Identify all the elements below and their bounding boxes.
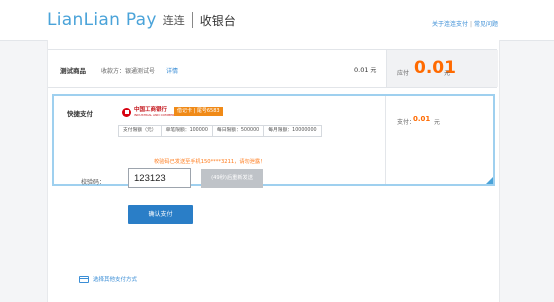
about-link[interactable]: 关于连连支付: [432, 21, 468, 28]
verify-code-input[interactable]: [128, 168, 191, 188]
monthly-limit: 每月限额：10000000: [263, 126, 320, 136]
panel-pay-unit: 元: [434, 119, 441, 126]
goods-name: 测试商品: [60, 67, 86, 75]
order-info: 测试商品 收款方：银通测试号 详情 0.01 元: [48, 50, 386, 87]
payable-label: 应付: [397, 70, 410, 77]
confirm-pay-button[interactable]: 确认支付: [128, 205, 193, 224]
top-links: 关于连连支付 | 常见问题: [432, 19, 498, 28]
card-icon: [79, 275, 89, 283]
payment-limits-table: 支付限额（元） 单笔限额：100000 每日限额：500000 每月限额：100…: [118, 125, 322, 137]
single-limit: 单笔限额：100000: [160, 126, 212, 136]
order-amount-unit: 元: [370, 67, 377, 74]
brand-divider: [191, 12, 193, 28]
quick-pay-panel[interactable]: 快捷支付 中国工商银行 INDUSTRIAL AND COMMERCIAL BA…: [52, 94, 495, 186]
top-bar: LianLian Pay 连连 收银台 关于连连支付 | 常见问题: [0, 0, 554, 41]
selected-corner-icon: [486, 177, 493, 184]
limits-header: 支付限额（元）: [123, 128, 157, 133]
resend-code-button[interactable]: (49秒)后重新发送: [201, 169, 263, 188]
panel-divider: [385, 96, 386, 184]
brand: LianLian Pay 连连 收银台: [47, 8, 236, 32]
verify-code-label: 校验码：: [81, 179, 106, 186]
faq-link[interactable]: 常见问题: [474, 21, 498, 28]
checkout-container: 测试商品 收款方：银通测试号 详情 0.01 元 应付 0.01 元 快捷支付 …: [47, 40, 500, 302]
order-detail-link[interactable]: 详情: [166, 66, 178, 75]
card-type-badge: 借记卡 | 尾号6583: [174, 107, 223, 116]
brand-chinese-name: 连连: [162, 14, 185, 27]
payable-unit: 元: [444, 70, 451, 77]
other-pay-label[interactable]: 选择其他支付方式: [93, 275, 137, 283]
link-separator: |: [469, 21, 472, 28]
payable-box: 应付 0.01 元: [386, 50, 498, 87]
daily-limit: 每日限额：500000: [211, 126, 263, 136]
page-title: 收银台: [199, 13, 236, 28]
merchant-name: 收款方：银通测试号: [101, 68, 156, 75]
order-amount: 0.01 元: [354, 65, 376, 74]
sms-sent-hint: 校验码已发送至手机150****3211，请勿泄露！: [154, 159, 266, 165]
order-amount-value: 0.01: [354, 66, 369, 74]
other-pay-methods[interactable]: 选择其他支付方式: [79, 275, 137, 283]
brand-logo: LianLian Pay: [47, 10, 157, 30]
icbc-emblem: [122, 107, 131, 117]
order-summary-bar: 测试商品 收款方：银通测试号 详情 0.01 元 应付 0.01 元: [48, 49, 498, 88]
panel-pay-amount: 0.01: [413, 115, 431, 123]
quick-pay-title: 快捷支付: [67, 110, 93, 118]
